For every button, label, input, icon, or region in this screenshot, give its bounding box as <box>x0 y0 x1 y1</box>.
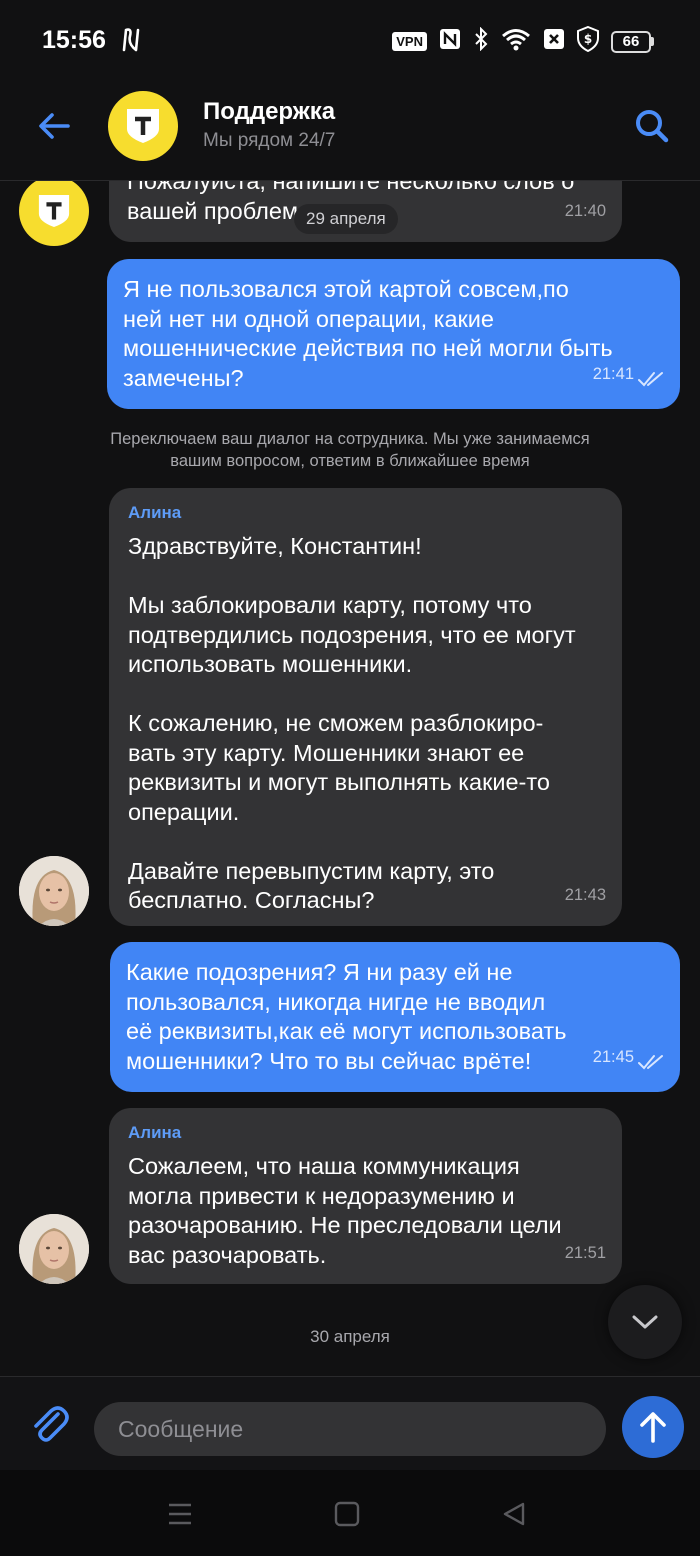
menu-icon <box>169 1503 191 1525</box>
search-icon <box>636 110 669 143</box>
scroll-down-button[interactable] <box>608 1285 682 1359</box>
back-triangle-icon <box>503 1502 525 1526</box>
message-placeholder: Сообщение <box>118 1415 244 1442</box>
message-text: Какие подозрения? Я ни разу ей не пользо… <box>126 959 567 1074</box>
message-time: 21:41 <box>592 364 634 383</box>
chevron-down-icon <box>632 1315 658 1329</box>
agent-avatar[interactable] <box>19 1214 89 1284</box>
message-text: Здравствуйте, Константин! Мы заблокирова… <box>128 533 576 913</box>
nfc-icon <box>439 28 461 55</box>
dollar-shield-icon: $ <box>577 25 599 57</box>
sender-name: Алина <box>128 1123 182 1142</box>
message-bubble-out[interactable]: Какие подозрения? Я ни разу ей не пользо… <box>110 942 680 1092</box>
date-pill: 29 апреля <box>294 204 398 234</box>
support-avatar <box>19 181 89 246</box>
message-time: 21:45 <box>592 1047 634 1066</box>
svg-text:$: $ <box>584 32 592 46</box>
message-time: 21:51 <box>564 1243 606 1262</box>
agent-photo-icon <box>19 1214 89 1284</box>
message-text: Сожалеем, что наша коммуникация могла пр… <box>128 1153 562 1268</box>
message-bubble-out[interactable]: Я не пользовался этой картой совсем,по н… <box>107 259 680 409</box>
chat-subtitle: Мы рядом 24/7 <box>203 130 336 151</box>
message-bubble-in[interactable]: Алина Сожалеем, что наша коммуникация мо… <box>109 1108 622 1284</box>
composer: Сообщение <box>0 1376 700 1470</box>
chat-title[interactable]: Поддержка <box>203 98 335 126</box>
message-bubble-in[interactable]: Алина Здравствуйте, Константин! Мы забло… <box>109 488 622 926</box>
double-check-icon <box>638 372 663 387</box>
message-input[interactable]: Сообщение <box>94 1402 606 1456</box>
sim-off-icon <box>543 28 565 55</box>
paperclip-icon <box>34 1406 69 1442</box>
attach-button[interactable] <box>28 1402 72 1446</box>
sender-name: Алина <box>128 503 182 522</box>
home-button[interactable] <box>329 1496 365 1532</box>
n-icon <box>120 26 142 59</box>
system-message: Переключаем ваш диалог на сотрудника. Мы… <box>110 430 590 470</box>
back-button[interactable] <box>34 106 74 146</box>
status-time: 15:56 <box>42 26 106 54</box>
bluetooth-icon <box>473 26 489 56</box>
date-separator: 30 апреля <box>310 1327 390 1346</box>
arrow-up-icon <box>640 1412 666 1443</box>
message-list[interactable]: Пожалуйста, напишите несколько слов о ва… <box>0 181 700 1376</box>
arrow-left-icon <box>39 113 70 139</box>
tbank-logo-icon <box>38 194 70 228</box>
battery-level: 66 <box>611 30 651 53</box>
search-button[interactable] <box>632 106 672 146</box>
agent-photo-icon <box>19 856 89 926</box>
back-nav-button[interactable] <box>496 1496 532 1532</box>
support-avatar[interactable] <box>108 91 178 161</box>
status-bar: 15:56 VPN $ 66 <box>0 0 700 80</box>
tbank-logo-icon <box>127 109 159 143</box>
message-time: 21:43 <box>564 885 606 904</box>
chat-header: Поддержка Мы рядом 24/7 <box>0 80 700 181</box>
home-square-icon <box>334 1501 360 1527</box>
menu-button[interactable] <box>162 1496 198 1532</box>
agent-avatar[interactable] <box>19 856 89 926</box>
message-text: Я не пользовался этой картой совсем,по н… <box>123 276 613 391</box>
message-time: 21:40 <box>564 201 606 220</box>
wifi-icon <box>501 27 531 56</box>
battery-icon: 66 <box>611 30 654 53</box>
vpn-badge: VPN <box>392 32 427 51</box>
double-check-icon <box>638 1055 663 1070</box>
send-button[interactable] <box>622 1396 684 1458</box>
system-nav-bar <box>0 1470 700 1556</box>
